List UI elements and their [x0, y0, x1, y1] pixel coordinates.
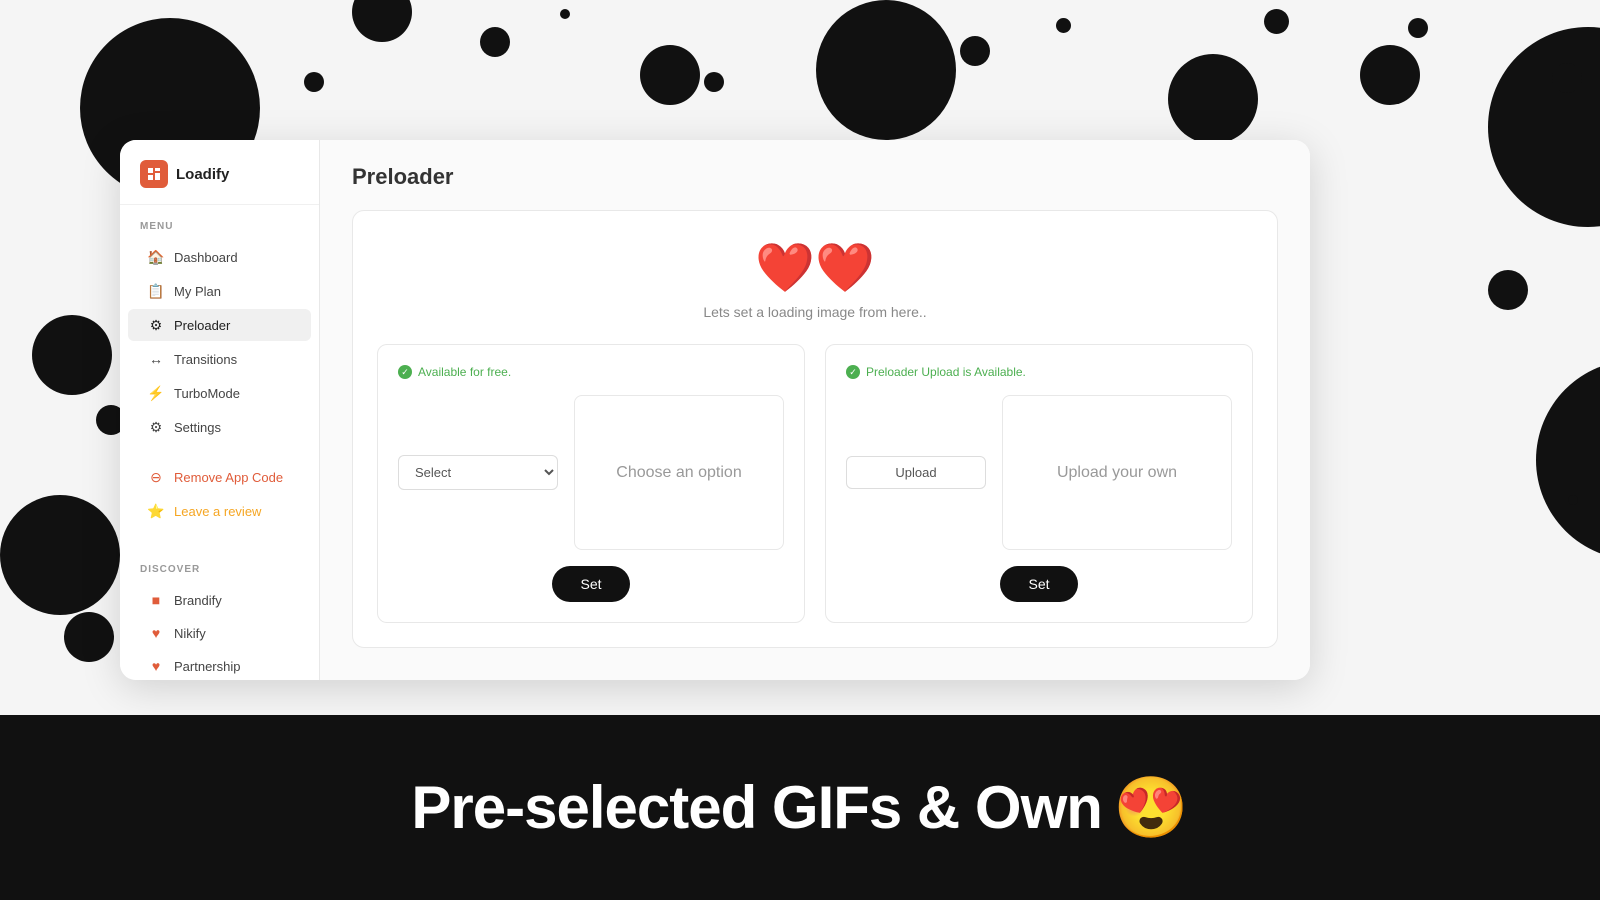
menu-label: MENU: [120, 205, 319, 240]
logo-icon: [140, 160, 168, 188]
decorative-dot: [0, 495, 120, 615]
sidebar-item-dashboard[interactable]: 🏠 Dashboard: [128, 241, 311, 273]
content-card: ❤️❤️ Lets set a loading image from here.…: [352, 210, 1278, 648]
preloader-icon: ⚙: [148, 317, 164, 333]
brandify-label: Brandify: [174, 593, 222, 608]
preloader-header: ❤️❤️ Lets set a loading image from here.…: [377, 239, 1253, 320]
free-panel: ✓ Available for free. Select Option 1 Op…: [377, 344, 805, 623]
free-panel-body: Select Option 1 Option 2 Choose an optio…: [398, 395, 784, 550]
sidebar-item-transitions[interactable]: ↔ Transitions: [128, 343, 311, 375]
upload-check-icon: ✓: [846, 365, 860, 379]
settings-label: Settings: [174, 420, 221, 435]
decorative-dot: [1536, 360, 1600, 560]
remove-icon: ⊖: [148, 469, 164, 485]
check-icon: ✓: [398, 365, 412, 379]
plan-icon: 📋: [148, 283, 164, 299]
decorative-dot: [1552, 63, 1582, 93]
free-panel-preview: Choose an option: [574, 395, 784, 550]
upload-button[interactable]: Upload: [846, 456, 986, 489]
upload-badge: ✓ Preloader Upload is Available.: [846, 365, 1232, 379]
upload-badge-text: Preloader Upload is Available.: [866, 365, 1026, 379]
partnership-label: Partnership: [174, 659, 240, 674]
free-badge: ✓ Available for free.: [398, 365, 784, 379]
sidebar-item-turbomode[interactable]: ⚡ TurboMode: [128, 377, 311, 409]
decorative-dot: [304, 72, 324, 92]
turbo-icon: ⚡: [148, 385, 164, 401]
sidebar-logo: Loadify: [120, 140, 319, 205]
bottom-banner: Pre-selected GIFs & Own 😍: [0, 715, 1600, 900]
upload-panel: ✓ Preloader Upload is Available. Upload …: [825, 344, 1253, 623]
decorative-dot: [560, 9, 570, 19]
free-set-button[interactable]: Set: [552, 566, 629, 602]
review-icon: ⭐: [148, 503, 164, 519]
discover-label: Discover: [120, 548, 319, 583]
decorative-dot: [1488, 27, 1600, 227]
decorative-dot: [64, 612, 114, 662]
decorative-dot: [32, 315, 112, 395]
gif-select-dropdown[interactable]: Select Option 1 Option 2: [398, 455, 558, 490]
decorative-dot: [1408, 18, 1428, 38]
upload-panel-preview: Upload your own: [1002, 395, 1232, 550]
decorative-dot: [480, 27, 510, 57]
main-content: Preloader ❤️❤️ Lets set a loading image …: [320, 140, 1310, 680]
upload-set-button[interactable]: Set: [1000, 566, 1077, 602]
decorative-dot: [640, 45, 700, 105]
banner-emoji: 😍: [1114, 772, 1189, 843]
decorative-dot: [1488, 270, 1528, 310]
sidebar-item-brandify[interactable]: ■ Brandify: [128, 584, 311, 616]
free-preview-text: Choose an option: [616, 464, 741, 482]
brandify-icon: ■: [148, 592, 164, 608]
preloader-subtitle: Lets set a loading image from here..: [703, 304, 926, 320]
leave-review-label: Leave a review: [174, 504, 261, 519]
decorative-dot: [1568, 495, 1578, 505]
sidebar: Loadify MENU 🏠 Dashboard 📋 My Plan ⚙ Pre…: [120, 140, 320, 680]
nikify-icon: ♥: [148, 625, 164, 641]
upload-preview-text: Upload your own: [1057, 464, 1177, 482]
decorative-dot: [816, 0, 956, 140]
upload-panel-controls: Upload: [846, 456, 986, 489]
sidebar-item-preloader[interactable]: ⚙ Preloader: [128, 309, 311, 341]
transitions-label: Transitions: [174, 352, 237, 367]
heart-emoji: ❤️❤️: [755, 239, 875, 296]
nikify-label: Nikify: [174, 626, 206, 641]
page-title: Preloader: [352, 164, 1278, 190]
home-icon: 🏠: [148, 249, 164, 265]
decorative-dot: [352, 0, 412, 42]
sidebar-item-myplan[interactable]: 📋 My Plan: [128, 275, 311, 307]
preloader-panels: ✓ Available for free. Select Option 1 Op…: [377, 344, 1253, 623]
decorative-dot: [1168, 54, 1258, 144]
transitions-icon: ↔: [148, 351, 164, 367]
settings-icon: ⚙: [148, 419, 164, 435]
decorative-dot: [1264, 9, 1289, 34]
partnership-icon: ♥: [148, 658, 164, 674]
banner-text: Pre-selected GIFs & Own: [411, 773, 1102, 842]
dashboard-label: Dashboard: [174, 250, 238, 265]
free-badge-text: Available for free.: [418, 365, 511, 379]
myplan-label: My Plan: [174, 284, 221, 299]
sidebar-item-nikify[interactable]: ♥ Nikify: [128, 617, 311, 649]
turbomode-label: TurboMode: [174, 386, 240, 401]
upload-panel-body: Upload Upload your own: [846, 395, 1232, 550]
sidebar-item-settings[interactable]: ⚙ Settings: [128, 411, 311, 443]
decorative-dot: [1056, 18, 1071, 33]
logo-text: Loadify: [176, 166, 229, 183]
free-panel-controls: Select Option 1 Option 2: [398, 455, 558, 490]
sidebar-item-remove-code[interactable]: ⊖ Remove App Code: [128, 461, 311, 493]
app-window: Loadify MENU 🏠 Dashboard 📋 My Plan ⚙ Pre…: [120, 140, 1310, 680]
discover-section: Discover ■ Brandify ♥ Nikify ♥ Partnersh…: [120, 548, 319, 680]
remove-code-label: Remove App Code: [174, 470, 283, 485]
sidebar-item-partnership[interactable]: ♥ Partnership: [128, 650, 311, 680]
decorative-dot: [1360, 45, 1420, 105]
decorative-dot: [960, 36, 990, 66]
decorative-dot: [704, 72, 724, 92]
sidebar-item-leave-review[interactable]: ⭐ Leave a review: [128, 495, 311, 527]
preloader-label: Preloader: [174, 318, 230, 333]
